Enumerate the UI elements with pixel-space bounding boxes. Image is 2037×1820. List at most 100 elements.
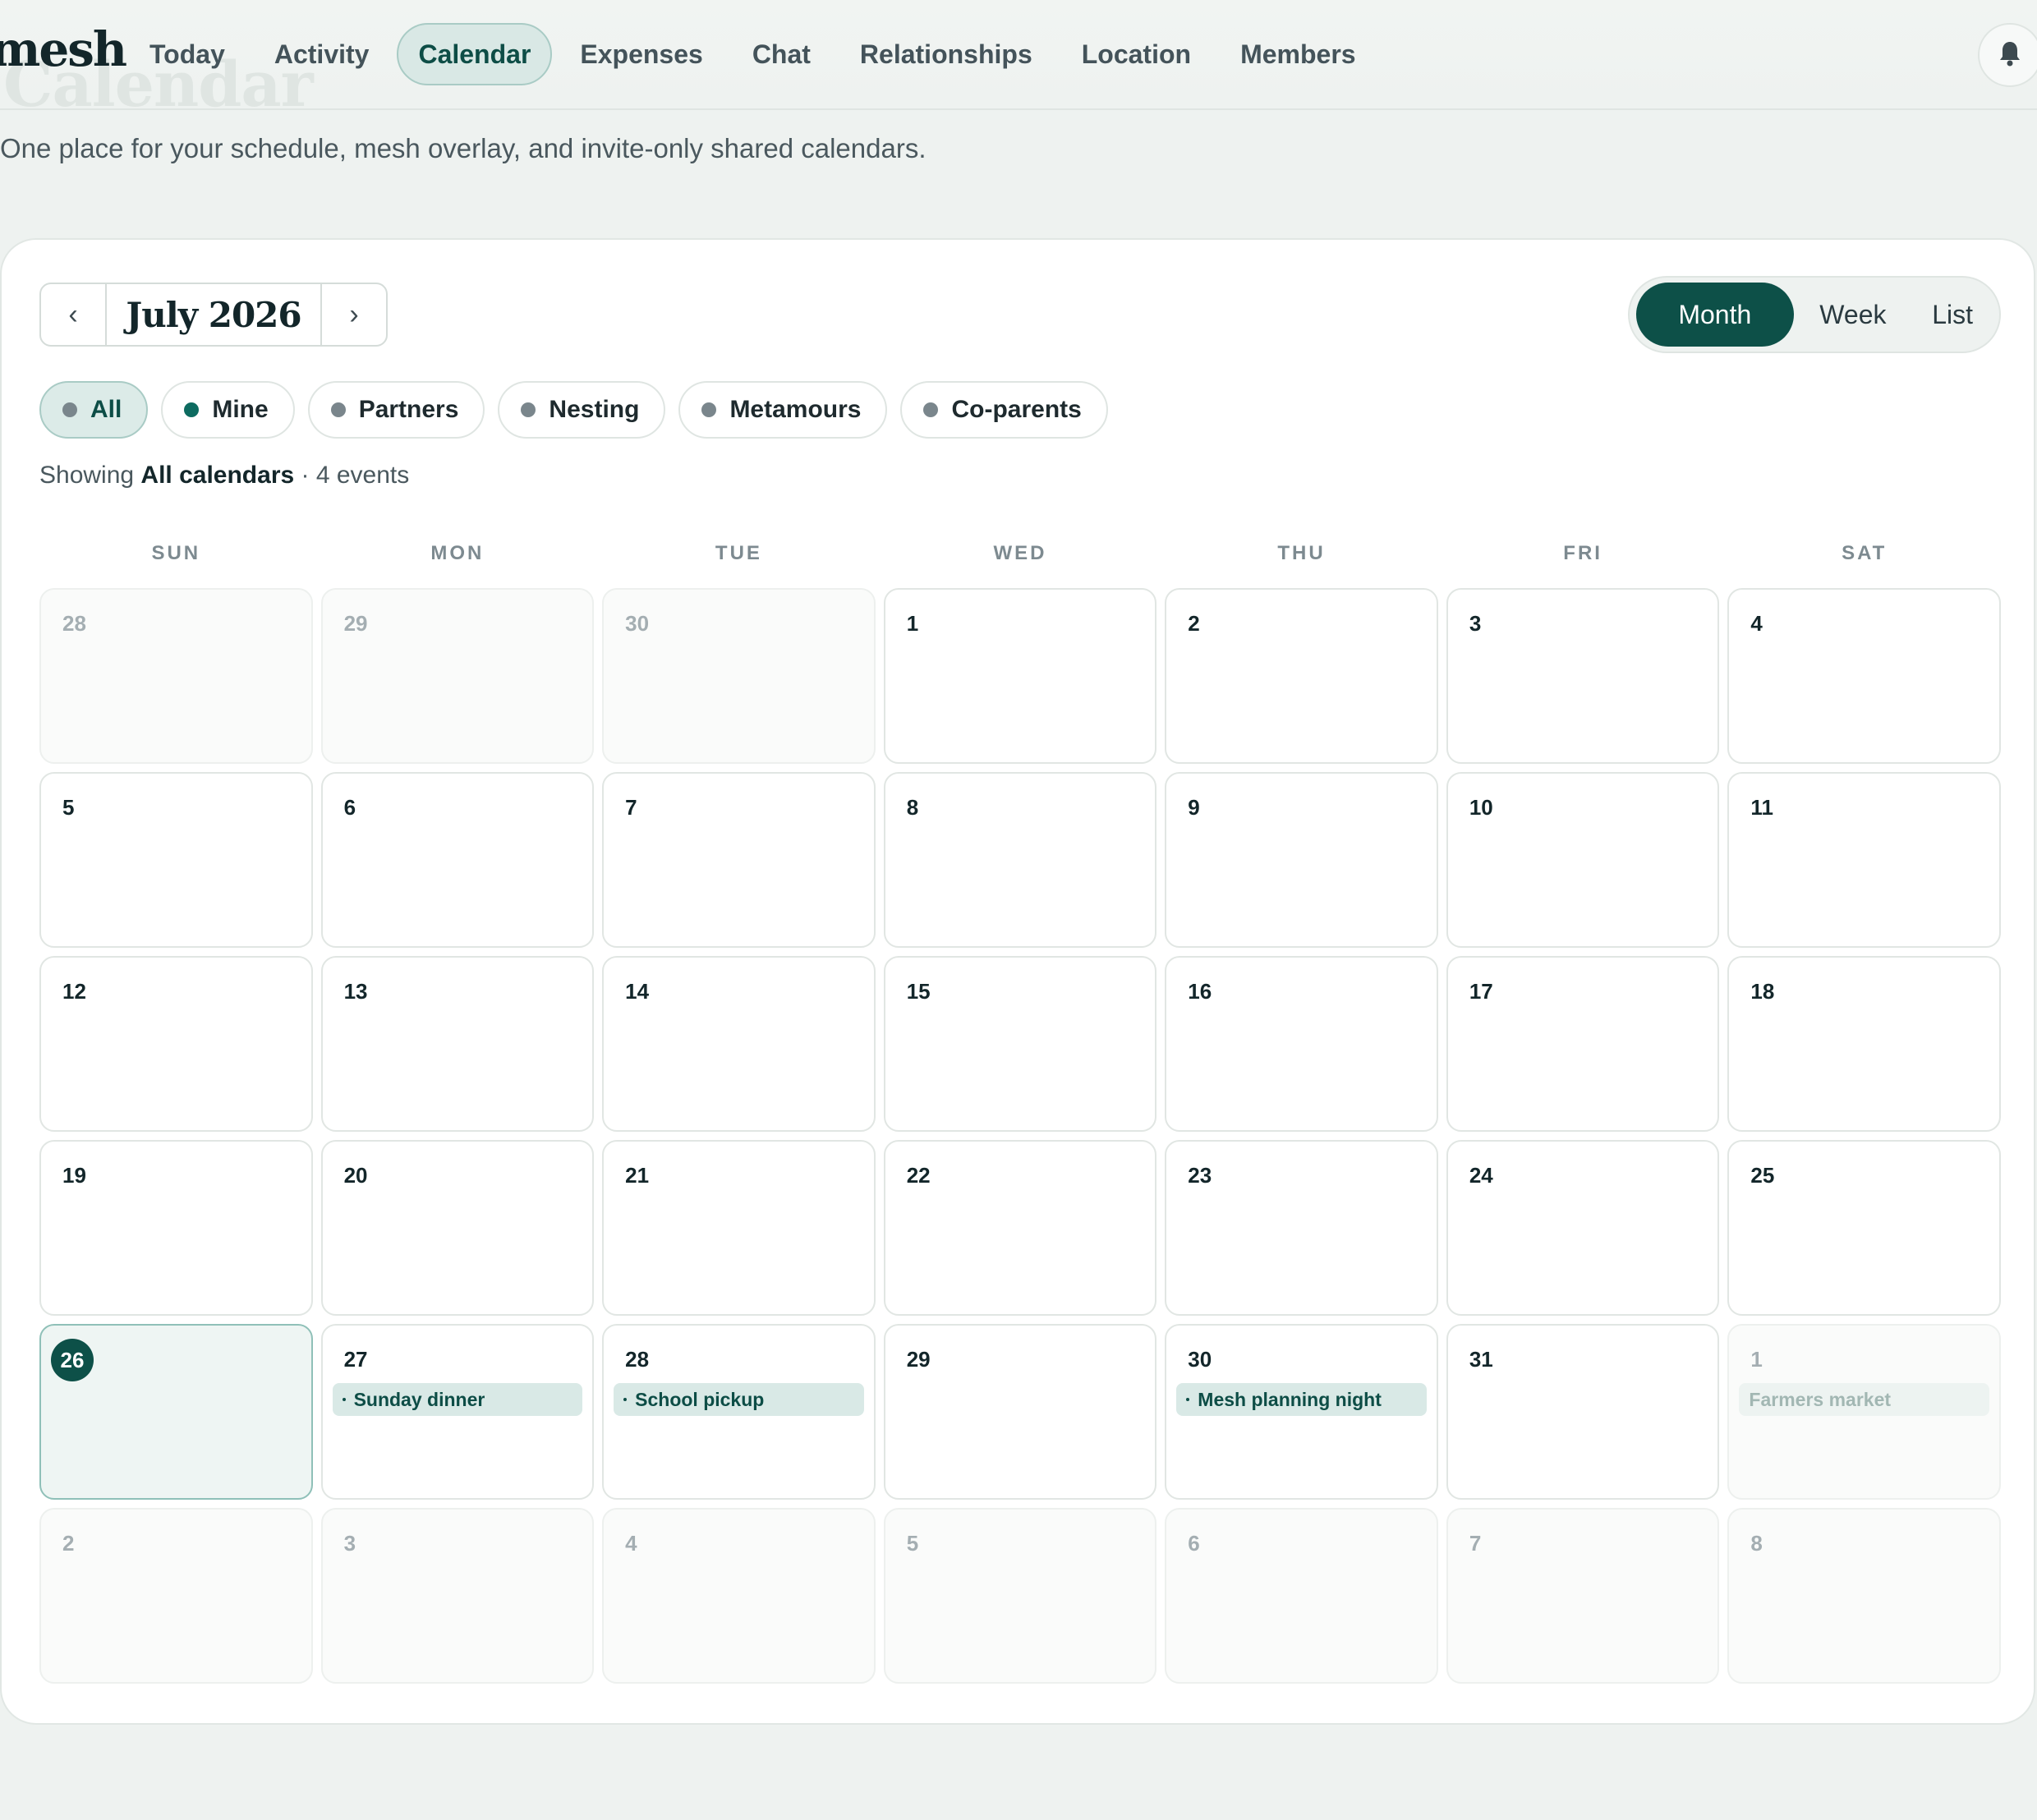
day-cell[interactable]: 2 [39,1508,313,1684]
day-cell-today[interactable]: 26 [39,1324,313,1500]
nav-item-calendar[interactable]: Calendar [397,23,553,85]
day-number: 25 [1750,1163,1775,1188]
nav-item-chat[interactable]: Chat [731,23,832,85]
day-cell[interactable]: 14 [602,956,876,1132]
day-cell[interactable]: 6 [320,772,595,948]
prev-month-button[interactable]: ‹ [41,284,105,345]
nav-item-activity[interactable]: Activity [253,23,391,85]
filter-chip-metamours[interactable]: Metamours [678,381,888,439]
day-number: 9 [1188,795,1200,820]
day-cell[interactable]: 13 [320,956,595,1132]
filter-dot-icon [923,402,939,417]
weekday-header: SUN MON TUE WED THU FRI SAT [39,542,2001,565]
day-cell[interactable]: 15 [883,956,1157,1132]
day-cell[interactable]: 8 [883,772,1157,948]
showing-summary: Showing All calendars · 4 events [39,462,409,489]
event-dot-icon [1186,1398,1190,1401]
day-cell[interactable]: 12 [39,956,313,1132]
day-cell[interactable]: 22 [883,1140,1157,1316]
day-cell[interactable]: 3 [1446,588,1720,764]
day-cell[interactable]: 29 [883,1324,1157,1500]
day-cell[interactable]: 8 [1727,1508,2001,1684]
day-cell[interactable]: 29 [320,588,595,764]
event-pill[interactable]: Farmers market [1739,1383,1989,1416]
day-number: 21 [625,1163,650,1188]
day-number: 13 [343,979,368,1004]
day-cell[interactable]: 17 [1446,956,1720,1132]
filter-chip-nesting[interactable]: Nesting [498,381,666,439]
day-cell[interactable]: 19 [39,1140,313,1316]
day-cell[interactable]: 25 [1727,1140,2001,1316]
day-cell[interactable]: 11 [1727,772,2001,948]
showing-prefix: Showing [39,462,135,489]
day-cell[interactable]: 4 [1727,588,2001,764]
day-number: 10 [1469,795,1493,820]
day-cell[interactable]: 18 [1727,956,2001,1132]
event-title: Farmers market [1749,1388,1892,1410]
day-number: 26 [51,1339,94,1381]
day-number: 4 [625,1531,637,1556]
day-number: 6 [343,795,356,820]
event-title: Sunday dinner [353,1388,485,1410]
day-cell[interactable]: 4 [602,1508,876,1684]
nav-menu: Today Activity Calendar Expenses Chat Relatio… [128,23,1377,85]
view-week-button[interactable]: Week [1794,283,1913,347]
day-cell[interactable]: 30 Mesh planning night [1165,1324,1438,1500]
weekday-label: THU [1277,542,1326,564]
view-month-button[interactable]: Month [1636,283,1794,347]
filter-chip-partners[interactable]: Partners [307,381,485,439]
nav-item-today[interactable]: Today [128,23,246,85]
calendar-filters: All Mine Partners Nesting Metamours Co-parent… [39,381,1108,439]
day-number: 7 [625,795,637,820]
view-list-button[interactable]: List [1912,283,1993,347]
day-cell[interactable]: 10 [1446,772,1720,948]
nav-item-location[interactable]: Location [1060,23,1212,85]
notifications-button[interactable] [1978,23,2037,87]
day-cell[interactable]: 6 [1165,1508,1438,1684]
next-month-button[interactable]: › [322,284,386,345]
nav-item-members[interactable]: Members [1219,23,1377,85]
day-cell[interactable]: 16 [1165,956,1438,1132]
event-pill[interactable]: Mesh planning night [1176,1383,1427,1416]
day-cell[interactable]: 5 [883,1508,1157,1684]
day-cell[interactable]: 31 [1446,1324,1720,1500]
day-cell[interactable]: 24 [1446,1140,1720,1316]
day-cell[interactable]: 23 [1165,1140,1438,1316]
day-cell[interactable]: 1 Farmers market [1727,1324,2001,1500]
day-cell[interactable]: 28 School pickup [602,1324,876,1500]
day-cell[interactable]: 28 [39,588,313,764]
day-cell[interactable]: 3 [320,1508,595,1684]
day-number: 5 [62,795,75,820]
event-pill[interactable]: Sunday dinner [332,1383,583,1416]
day-cell[interactable]: 27 Sunday dinner [320,1324,595,1500]
day-cell[interactable]: 2 [1165,588,1438,764]
nav-item-relationships[interactable]: Relationships [839,23,1054,85]
day-cell[interactable]: 20 [320,1140,595,1316]
day-cell[interactable]: 9 [1165,772,1438,948]
calendar-card: ‹ July 2026 › Month Week List All Mine Par… [0,238,2035,1725]
day-number: 29 [343,611,368,636]
weekday-label: MON [430,542,485,564]
day-cell[interactable]: 5 [39,772,313,948]
brand-logo[interactable]: mesh [0,21,127,77]
day-number: 8 [906,795,919,820]
day-cell[interactable]: 7 [1446,1508,1720,1684]
day-number: 14 [625,979,650,1004]
event-dot-icon [623,1398,628,1401]
day-number: 3 [1469,611,1482,636]
day-number: 8 [1750,1531,1763,1556]
event-pill[interactable]: School pickup [614,1383,864,1416]
filter-chip-label: Nesting [549,396,640,423]
day-number: 6 [1188,1531,1200,1556]
day-number: 30 [1188,1347,1212,1372]
day-cell[interactable]: 1 [883,588,1157,764]
day-cell[interactable]: 30 [602,588,876,764]
filter-chip-co-parents[interactable]: Co-parents [900,381,1108,439]
nav-item-expenses[interactable]: Expenses [559,23,724,85]
filter-chip-all[interactable]: All [39,381,149,439]
day-cell[interactable]: 21 [602,1140,876,1316]
day-number: 12 [62,979,86,1004]
day-cell[interactable]: 7 [602,772,876,948]
filter-chip-mine[interactable]: Mine [161,381,295,439]
day-number: 1 [906,611,919,636]
